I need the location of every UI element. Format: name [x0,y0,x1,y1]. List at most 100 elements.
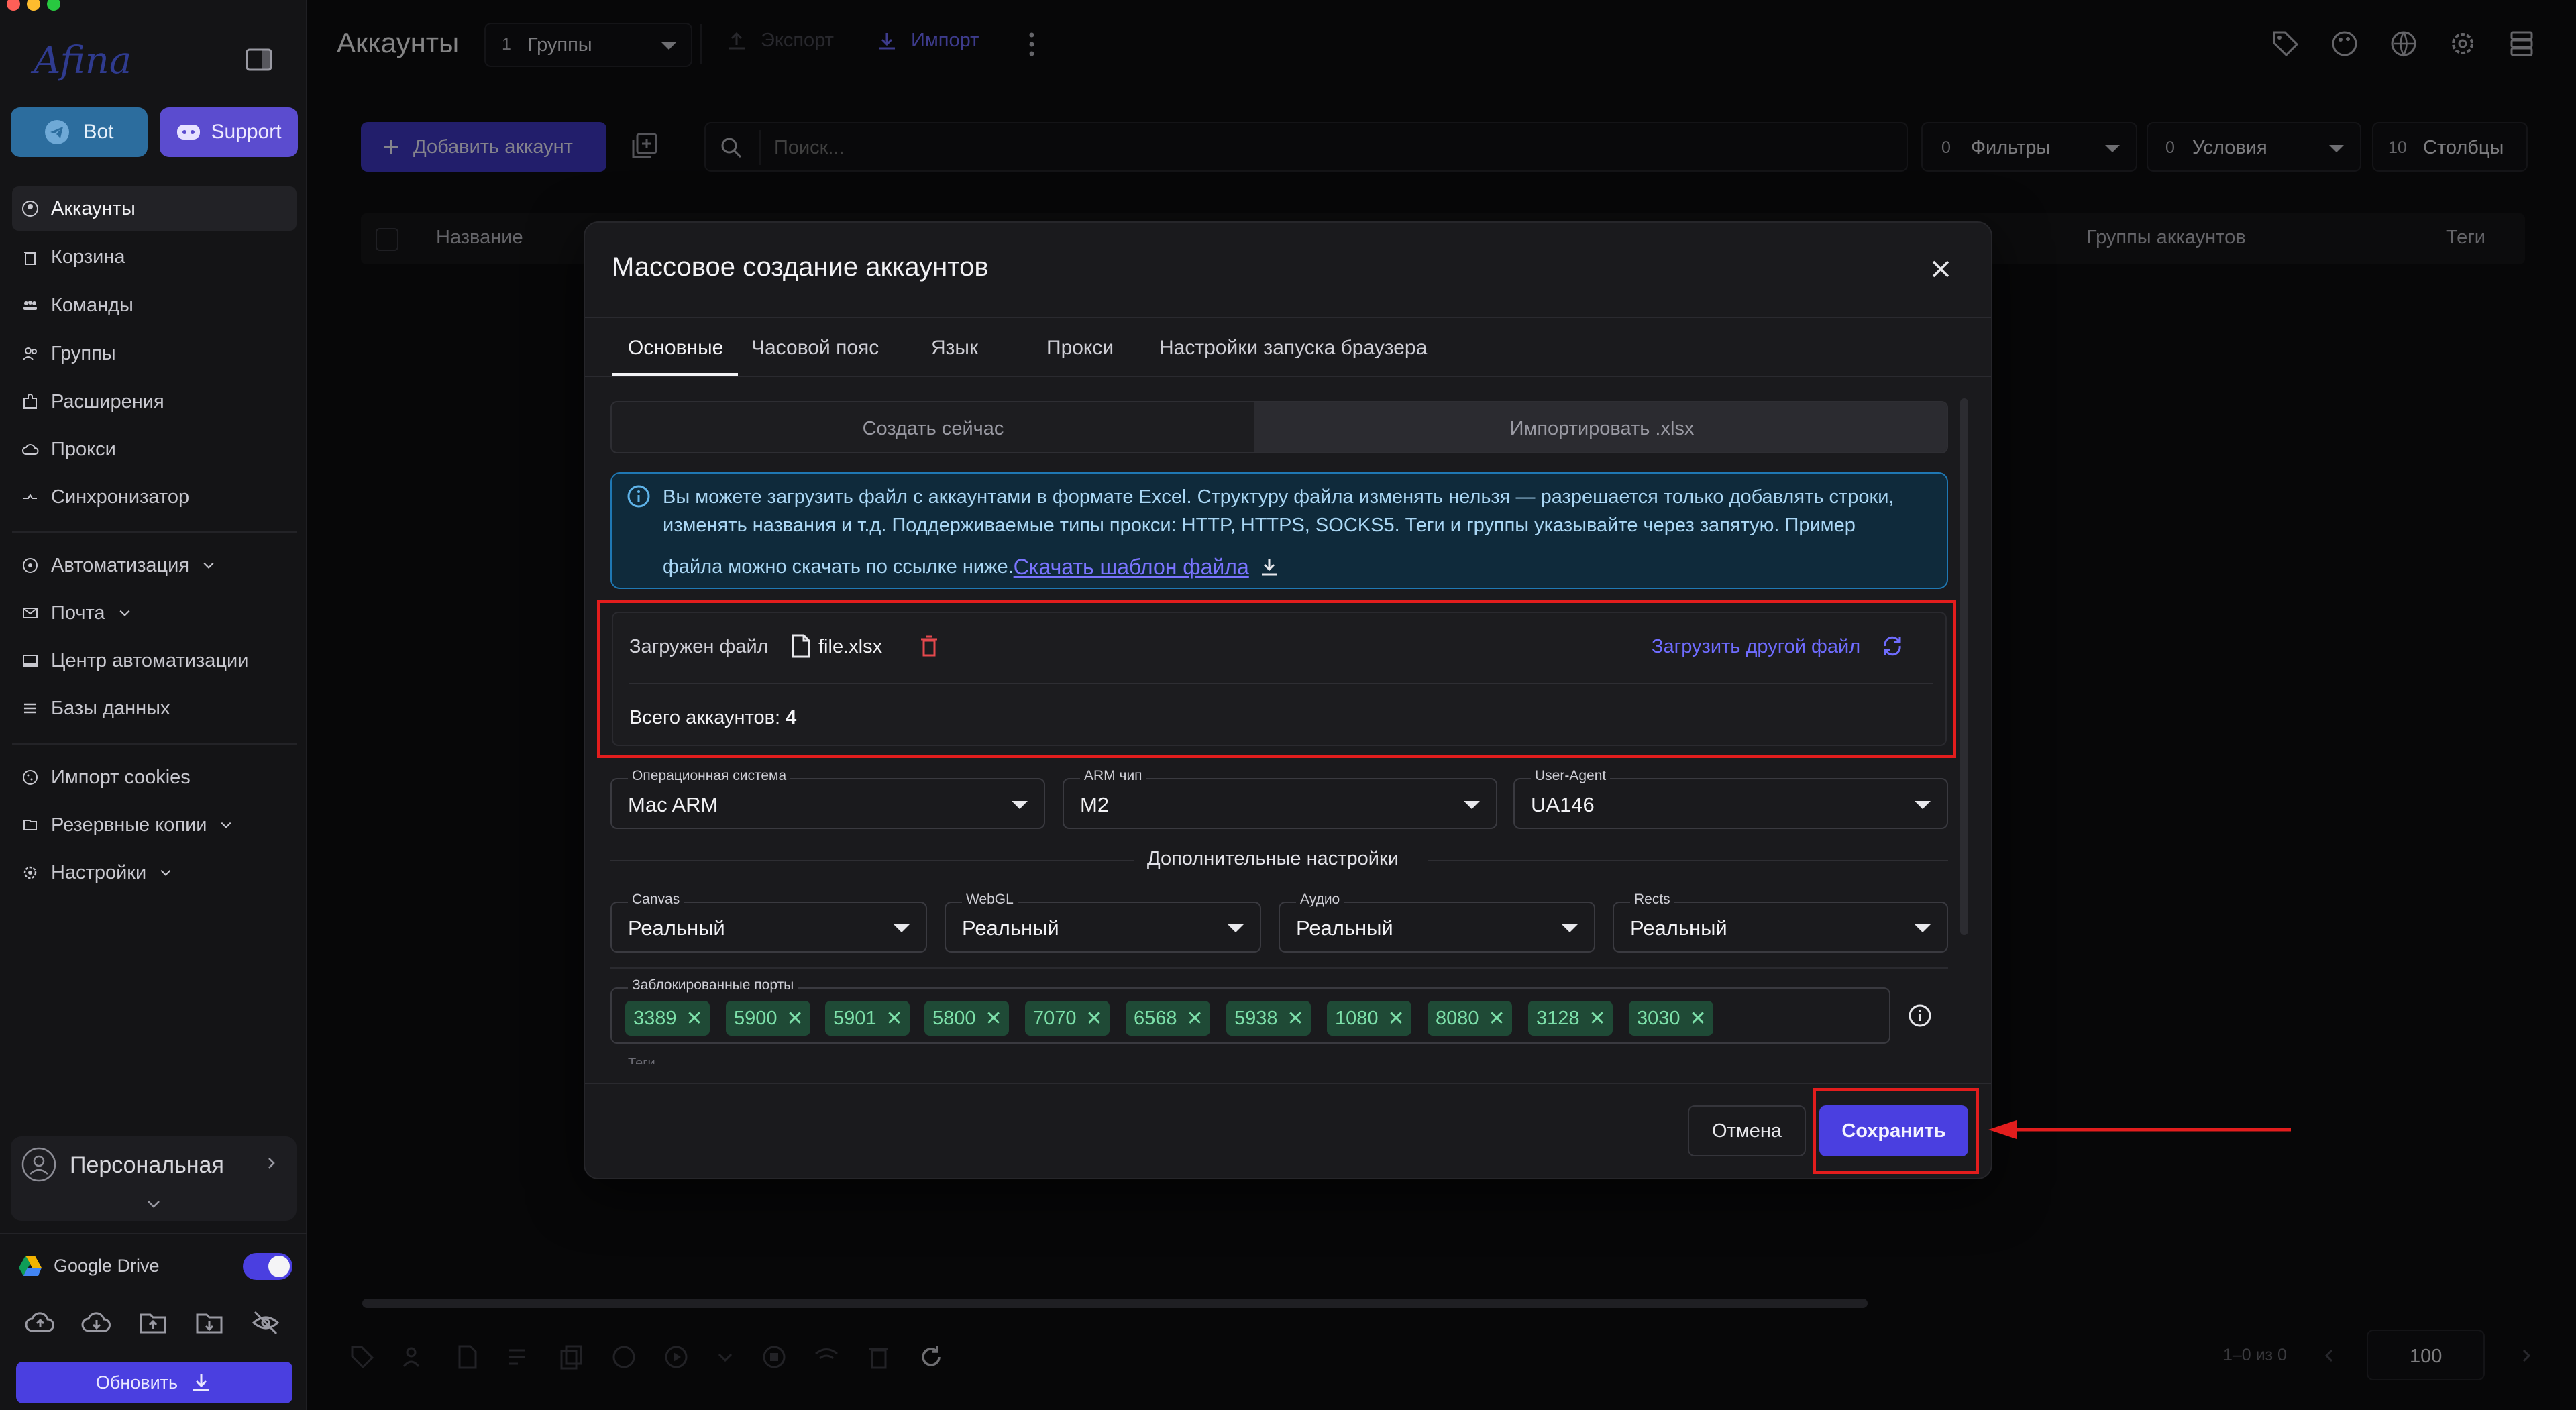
save-button[interactable]: Сохранить [1819,1105,1968,1156]
sidebar-item-import-cookies[interactable]: Импорт cookies [12,755,297,800]
maximize-window-button[interactable] [47,0,60,11]
port-value: 5800 [932,1007,976,1029]
user-agent-select-value: UA146 [1531,793,1595,816]
delete-icon[interactable] [919,635,939,657]
scrollbar-thumb[interactable] [1960,398,1968,935]
remove-port-icon[interactable]: ✕ [985,1007,1002,1030]
canvas-select-value: Реальный [628,916,725,940]
remove-port-icon[interactable]: ✕ [787,1007,804,1030]
info-icon[interactable] [1908,1004,1932,1028]
port-chip: 8080 ✕ [1428,1001,1512,1036]
remove-port-icon[interactable]: ✕ [1489,1007,1505,1030]
tab-basic[interactable]: Основные [628,337,723,360]
update-label: Обновить [95,1372,178,1393]
info-alert: Вы можете загрузить файл с аккаунтами в … [610,472,1948,589]
chevron-down-icon[interactable] [145,1197,162,1211]
download-template-link[interactable]: Скачать шаблон файла [1014,553,1249,581]
support-button[interactable]: Support [160,107,298,157]
canvas-select-label: Canvas [628,891,684,908]
cloud-download-icon[interactable] [80,1307,113,1339]
cancel-button[interactable]: Отмена [1688,1105,1806,1156]
remove-port-icon[interactable]: ✕ [1589,1007,1606,1030]
file-name: file.xlsx [818,636,883,657]
port-value: 8080 [1436,1007,1479,1029]
sidebar-item-proxy[interactable]: Прокси [12,427,297,472]
sidebar-item-synchronizer[interactable]: Синхронизатор [12,475,297,519]
upload-other-file-link[interactable]: Загрузить другой файл [1652,636,1860,658]
sidebar-item-teams[interactable]: Команды [12,283,297,327]
workspace-label: Персональная [70,1152,224,1178]
remove-port-icon[interactable]: ✕ [1690,1007,1707,1030]
remove-port-icon[interactable]: ✕ [1388,1007,1405,1030]
tab-timezone[interactable]: Часовой пояс [751,337,879,360]
bot-button[interactable]: Bot [11,107,148,157]
sidebar-item-label: Корзина [51,246,125,268]
annotation-arrow-icon [1988,1120,2291,1139]
sidebar-item-label: Почта [51,602,105,624]
tab-language[interactable]: Язык [931,337,978,360]
remove-port-icon[interactable]: ✕ [686,1007,703,1030]
caret-down-icon [1562,924,1578,932]
tabs-divider [585,376,1991,377]
sync-icon [23,494,37,499]
arm-chip-select[interactable]: ARM чип M2 [1063,768,1497,829]
remove-port-icon[interactable]: ✕ [1086,1007,1103,1030]
sidebar-item-automation-center[interactable]: Центр автоматизации [12,639,297,683]
google-drive-label: Google Drive [54,1256,160,1276]
folder-download-icon[interactable] [193,1307,225,1339]
monitor-icon [23,655,38,667]
sidebar-item-trash[interactable]: Корзина [12,235,297,279]
close-icon[interactable] [1929,258,1952,280]
close-window-button[interactable] [7,0,20,11]
port-value: 6568 [1134,1007,1177,1029]
webgl-select-label: WebGL [962,891,1018,908]
sidebar-item-label: Базы данных [51,697,170,719]
modal-title: Массовое создание аккаунтов [612,252,989,282]
info-line-3-text: файла можно скачать по ссылке ниже. [663,556,1014,578]
minimize-window-button[interactable] [27,0,40,11]
sidebar-item-extensions[interactable]: Расширения [12,380,297,424]
user-agent-select[interactable]: User-Agent UA146 [1513,768,1948,829]
chevron-down-icon [221,822,232,828]
update-button[interactable]: Обновить [16,1362,292,1403]
sidebar-item-databases[interactable]: Базы данных [12,686,297,730]
remove-port-icon[interactable]: ✕ [1287,1007,1304,1030]
os-select[interactable]: Операционная система Mac ARM [610,768,1045,829]
chevron-down-icon [160,869,171,876]
workspace-selector[interactable]: Персональная [11,1136,297,1221]
tab-proxy[interactable]: Прокси [1046,337,1114,360]
folder-upload-icon[interactable] [137,1307,169,1339]
sidebar-item-settings[interactable]: Настройки [12,851,297,895]
cloud-upload-icon[interactable] [24,1307,56,1339]
automation-icon [23,558,38,573]
caret-down-icon [1012,801,1028,809]
remove-port-icon[interactable]: ✕ [886,1007,903,1030]
google-drive-toggle[interactable] [243,1253,292,1280]
eye-off-icon[interactable] [250,1307,282,1339]
sidebar-item-automation[interactable]: Автоматизация [12,543,297,588]
import-xlsx-option[interactable]: Импортировать .xlsx [1254,402,1947,452]
create-now-option[interactable]: Создать сейчас [612,402,1254,452]
rects-select[interactable]: Rects Реальный [1613,891,1948,953]
tab-browser-launch-settings[interactable]: Настройки запуска браузера [1159,337,1427,360]
refresh-icon[interactable] [1880,633,1905,659]
canvas-select[interactable]: Canvas Реальный [610,891,927,953]
arm-chip-select-value: M2 [1080,793,1110,816]
caret-down-icon [1915,924,1931,932]
audio-select[interactable]: Аудио Реальный [1279,891,1595,953]
port-value: 3128 [1536,1007,1580,1029]
sidebar-item-mail[interactable]: Почта [12,591,297,635]
google-drive-icon [19,1256,42,1276]
sidebar-item-label: Резервные копии [51,814,207,836]
port-value: 5938 [1234,1007,1278,1029]
os-select-value: Mac ARM [628,793,718,816]
remove-port-icon[interactable]: ✕ [1187,1007,1203,1030]
section-divider-left [610,860,1134,861]
download-icon[interactable] [1258,556,1280,578]
sidebar-item-groups[interactable]: Группы [12,331,297,376]
toggle-sidebar-icon[interactable] [246,48,272,71]
webgl-select[interactable]: WebGL Реальный [945,891,1261,953]
os-select-label: Операционная система [628,768,791,784]
sidebar-item-accounts[interactable]: Аккаунты [12,186,297,231]
sidebar-item-backups[interactable]: Резервные копии [12,803,297,847]
